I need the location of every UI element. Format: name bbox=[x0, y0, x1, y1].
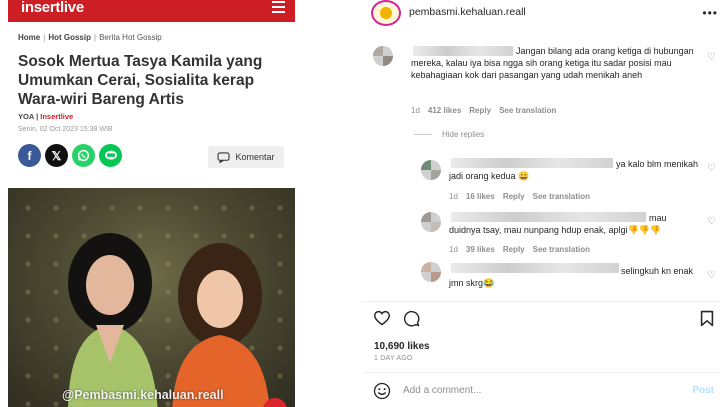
x-share-button[interactable]: 𝕏 bbox=[45, 144, 68, 167]
see-translation-button[interactable]: See translation bbox=[533, 192, 590, 201]
see-translation-button[interactable]: See translation bbox=[533, 245, 590, 254]
instagram-post-panel: pembasmi.kehaluan.reall ••• Jangan bilan… bbox=[363, 0, 720, 407]
article-photo bbox=[8, 188, 295, 407]
breadcrumb-current[interactable]: Berita Hot Gossip bbox=[99, 33, 162, 42]
breadcrumb: Home | Hot Gossip | Berita Hot Gossip bbox=[18, 33, 162, 42]
x-icon: 𝕏 bbox=[51, 148, 62, 163]
comment-like-heart-icon[interactable]: ♡ bbox=[707, 216, 716, 227]
whatsapp-icon bbox=[77, 149, 90, 162]
post-comment-button[interactable]: Post bbox=[692, 385, 714, 396]
hide-replies-button[interactable]: Hide replies bbox=[414, 130, 484, 139]
line-icon bbox=[104, 150, 117, 160]
breadcrumb-section[interactable]: Hot Gossip bbox=[48, 33, 91, 42]
more-options-icon[interactable]: ••• bbox=[702, 6, 718, 20]
comment-likes[interactable]: 16 likes bbox=[466, 192, 495, 201]
like-heart-icon[interactable] bbox=[373, 310, 391, 326]
comment-text: ya kalo blm menikah jadi orang kedua 😀 bbox=[449, 159, 699, 181]
facebook-share-button[interactable]: f bbox=[18, 144, 41, 167]
comment-likes[interactable]: 412 likes bbox=[428, 106, 461, 115]
comment-meta: 1d 39 likes Reply See translation bbox=[449, 245, 598, 254]
komentar-label: Komentar bbox=[235, 152, 275, 162]
woman-right-figure bbox=[172, 243, 270, 407]
article-date: Senin, 02 Oct 2023 15:38 WIB bbox=[18, 126, 113, 133]
reply-button[interactable]: Reply bbox=[503, 192, 525, 201]
line-share-button[interactable] bbox=[99, 144, 122, 167]
comment-like-heart-icon[interactable]: ♡ bbox=[707, 52, 716, 63]
post-username[interactable]: pembasmi.kehaluan.reall bbox=[409, 6, 526, 18]
post-header: pembasmi.kehaluan.reall ••• bbox=[363, 0, 720, 28]
profile-avatar[interactable] bbox=[371, 0, 401, 26]
breadcrumb-home[interactable]: Home bbox=[18, 33, 40, 42]
add-comment-input[interactable]: Add a comment... bbox=[403, 385, 481, 396]
article-headline: Sosok Mertua Tasya Kamila yang Umumkan C… bbox=[18, 53, 263, 108]
post-likes-count[interactable]: 10,690 likes bbox=[374, 341, 430, 352]
comment-time: 1d bbox=[449, 245, 458, 254]
site-header: insertlive bbox=[8, 0, 295, 22]
commenter-avatar[interactable] bbox=[421, 212, 441, 232]
site-logo[interactable]: insertlive bbox=[21, 0, 84, 16]
emoji-smiley-icon[interactable] bbox=[373, 382, 391, 400]
comment-meta: 1d 412 likes Reply See translation bbox=[411, 106, 564, 115]
hamburger-menu-icon[interactable] bbox=[272, 1, 285, 13]
comment-time: 1d bbox=[411, 106, 420, 115]
commenter-avatar[interactable] bbox=[421, 160, 441, 180]
reply-button[interactable]: Reply bbox=[469, 106, 491, 115]
whatsapp-share-button[interactable] bbox=[72, 144, 95, 167]
comment-text: mau duidnya tsay, mau nunpang hdup enak,… bbox=[449, 213, 667, 235]
post-time-ago: 1 DAY AGO bbox=[374, 355, 413, 362]
comment-bubble-icon bbox=[217, 151, 231, 163]
comment-time: 1d bbox=[449, 192, 458, 201]
comment-text: Jangan bilang ada orang ketiga di hubung… bbox=[411, 46, 694, 80]
comment-like-heart-icon[interactable]: ♡ bbox=[707, 163, 716, 174]
reply-button[interactable]: Reply bbox=[503, 245, 525, 254]
article-screenshot: insertlive Home | Hot Gossip | Berita Hot Go… bbox=[0, 0, 305, 407]
share-buttons: f 𝕏 bbox=[18, 144, 122, 167]
comment-likes[interactable]: 39 likes bbox=[466, 245, 495, 254]
author-name[interactable]: YOA bbox=[18, 112, 34, 121]
article-byline: YOA | Insertlive bbox=[18, 112, 74, 121]
comment-text: selingkuh kn enak jmn skrg😂 bbox=[449, 266, 694, 288]
comment-icon[interactable] bbox=[403, 310, 420, 327]
commenter-avatar[interactable] bbox=[373, 46, 393, 66]
source-name[interactable]: Insertlive bbox=[40, 112, 73, 121]
komentar-button[interactable]: Komentar bbox=[208, 146, 284, 168]
comment-like-heart-icon[interactable]: ♡ bbox=[707, 270, 716, 281]
photo-watermark: @Pembasmi.kehaluan.reall bbox=[62, 388, 224, 402]
facebook-icon: f bbox=[27, 148, 32, 163]
comment-meta: 1d 16 likes Reply See translation bbox=[449, 192, 598, 201]
commenter-avatar[interactable] bbox=[421, 262, 441, 282]
see-translation-button[interactable]: See translation bbox=[499, 106, 556, 115]
bookmark-icon[interactable] bbox=[700, 310, 714, 327]
